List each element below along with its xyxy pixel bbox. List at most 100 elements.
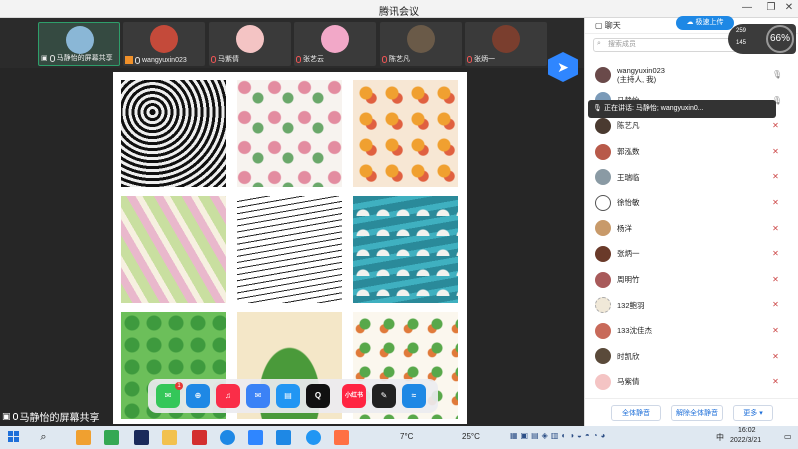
mic-muted-icon[interactable]: ✕ bbox=[772, 300, 779, 310]
xiaohongshu-app-icon[interactable]: 小红书 bbox=[342, 384, 366, 408]
notification-icon[interactable]: ▭ bbox=[784, 432, 792, 441]
files-app-icon[interactable]: ▤ bbox=[276, 384, 300, 408]
panel-footer: 全体静音 解除全体静音 更多 ▾ bbox=[585, 398, 798, 426]
member-name: 132鲍羽 bbox=[617, 300, 645, 310]
member-row[interactable]: 时凯欣 ✕ bbox=[585, 344, 798, 370]
play-icon[interactable] bbox=[104, 430, 119, 445]
member-search-input[interactable]: 搜索成员 bbox=[593, 38, 739, 52]
browser-icon[interactable] bbox=[220, 430, 235, 445]
mic-icon[interactable]: 🎙 bbox=[772, 70, 782, 80]
chat-tab[interactable]: 聊天 bbox=[605, 21, 621, 30]
pattern-swatch bbox=[121, 80, 226, 187]
mic-muted-icon[interactable]: ✕ bbox=[772, 352, 779, 362]
qq-app-icon[interactable]: Q bbox=[306, 384, 330, 408]
tencent-meeting-active-icon[interactable] bbox=[276, 430, 291, 445]
video-tile[interactable]: 张艺云 bbox=[294, 22, 376, 66]
network-speed-widget[interactable]: 259 145 66% bbox=[728, 24, 796, 54]
minimize-icon[interactable]: — bbox=[740, 1, 754, 15]
video-strip: ▣ 马静怡的屏幕共享 wangyuxin023 马紫倩 张艺云 陈艺凡 张炳一 bbox=[0, 18, 584, 68]
unmute-all-button[interactable]: 解除全体静音 bbox=[671, 405, 723, 421]
windows-taskbar: ⌕ 7°C 25°C ▦▣▤◈▥◐◑◒◓◔◕ 中 16:02 2022/3/21… bbox=[0, 426, 798, 449]
member-name: 陈艺凡 bbox=[617, 121, 640, 131]
mic-muted-icon[interactable]: ✕ bbox=[772, 249, 779, 259]
avatar bbox=[595, 322, 611, 339]
pattern-swatch bbox=[353, 196, 458, 303]
clock-time[interactable]: 16:02 bbox=[738, 427, 756, 434]
video-tile[interactable]: ▣ 马静怡的屏幕共享 bbox=[38, 22, 120, 66]
video-tile[interactable]: wangyuxin023 bbox=[123, 22, 205, 66]
close-icon[interactable]: ✕ bbox=[782, 1, 796, 15]
avatar bbox=[595, 220, 611, 237]
upload-speed: 259 bbox=[736, 28, 747, 34]
folder-icon[interactable] bbox=[162, 430, 177, 445]
mic-muted-icon[interactable]: ✕ bbox=[772, 172, 779, 182]
member-name: 杨洋 bbox=[617, 223, 632, 233]
mic-muted-icon bbox=[211, 55, 216, 63]
member-row[interactable]: 张炳一 ✕ bbox=[585, 241, 798, 267]
maximize-icon[interactable]: ❐ bbox=[764, 1, 778, 15]
avatar bbox=[407, 25, 435, 53]
download-speed: 145 bbox=[736, 40, 747, 46]
windows-start-icon[interactable] bbox=[8, 431, 19, 442]
mic-muted-icon[interactable]: ✕ bbox=[772, 275, 779, 285]
member-row[interactable]: 郭泓数 ✕ bbox=[585, 139, 798, 165]
pattern-swatch bbox=[353, 80, 458, 187]
weather-temp[interactable]: 7°C bbox=[400, 432, 413, 441]
member-row[interactable]: 王瑞临 ✕ bbox=[585, 164, 798, 190]
upload-button[interactable]: ☁ 极速上传 bbox=[676, 16, 734, 30]
ime-indicator[interactable]: 中 bbox=[716, 432, 724, 443]
mute-all-button[interactable]: 全体静音 bbox=[611, 405, 661, 421]
tencent-meeting-icon[interactable] bbox=[248, 430, 263, 445]
weather-temp-2[interactable]: 25°C bbox=[462, 432, 480, 441]
mic-icon: 🎙 bbox=[593, 105, 602, 112]
video-tile[interactable]: 陈艺凡 bbox=[380, 22, 462, 66]
more-button[interactable]: 更多 ▾ bbox=[733, 405, 773, 421]
tile-label: 张艺云 bbox=[303, 56, 324, 63]
safari-app-icon[interactable]: ⊕ bbox=[186, 384, 210, 408]
avatar bbox=[595, 245, 611, 262]
mic-muted-icon[interactable]: ✕ bbox=[772, 121, 779, 131]
member-row[interactable]: 133沈佳杰 ✕ bbox=[585, 318, 798, 344]
pattern-swatch bbox=[237, 80, 342, 187]
member-name: 郭泓数 bbox=[617, 147, 640, 157]
app-k-icon[interactable] bbox=[306, 430, 321, 445]
avatar bbox=[595, 348, 611, 365]
procreate-app-icon[interactable]: ✎ bbox=[372, 384, 396, 408]
member-row[interactable]: 杨洋 ✕ bbox=[585, 216, 798, 242]
avatar bbox=[595, 143, 611, 160]
member-row[interactable]: wangyuxin023 (主持人, 我) 🎙 bbox=[585, 62, 798, 88]
member-row[interactable]: 132鲍羽 ✕ bbox=[585, 292, 798, 318]
member-role: (主持人, 我) bbox=[617, 74, 657, 84]
mic-muted-icon[interactable]: ✕ bbox=[772, 198, 779, 208]
pattern-swatch bbox=[237, 196, 342, 303]
mic-muted-icon[interactable]: ✕ bbox=[772, 224, 779, 234]
avatar bbox=[595, 297, 611, 314]
mic-muted-icon[interactable]: ✕ bbox=[772, 326, 779, 336]
speaking-tooltip: 🎙 正在讲话: 马静怡; wangyuxin0... bbox=[588, 100, 776, 118]
system-tray-icons[interactable]: ▦▣▤◈▥◐◑◒◓◔◕ bbox=[510, 431, 608, 440]
video-tile[interactable]: 张炳一 bbox=[465, 22, 547, 66]
tencent-meeting-app-icon[interactable]: ≈ bbox=[402, 384, 426, 408]
mic-muted-icon[interactable]: ✕ bbox=[772, 377, 779, 387]
mail-app-icon[interactable]: ✉ bbox=[246, 384, 270, 408]
slides-icon[interactable] bbox=[334, 430, 349, 445]
photoshop-icon[interactable] bbox=[134, 430, 149, 445]
member-row[interactable]: 马紫倩 ✕ bbox=[585, 369, 798, 395]
store-icon[interactable] bbox=[76, 430, 91, 445]
member-name: 马紫倩 bbox=[617, 377, 640, 387]
mic-muted-icon bbox=[382, 55, 387, 63]
clock-date[interactable]: 2022/3/21 bbox=[730, 437, 761, 444]
avatar bbox=[66, 26, 94, 54]
member-row[interactable]: 徐怡敏 ✕ bbox=[585, 190, 798, 216]
video-tile[interactable]: 马紫倩 bbox=[209, 22, 291, 66]
mic-muted-icon[interactable]: ✕ bbox=[772, 147, 779, 157]
avatar bbox=[595, 373, 611, 390]
acrobat-icon[interactable] bbox=[192, 430, 207, 445]
member-name: 时凯欣 bbox=[617, 351, 640, 361]
member-name: 133沈佳杰 bbox=[617, 326, 653, 336]
search-icon[interactable]: ⌕ bbox=[36, 430, 51, 445]
chat-icon[interactable]: ▢ bbox=[595, 21, 605, 30]
member-name: 张炳一 bbox=[617, 249, 640, 259]
music-app-icon[interactable]: ♫ bbox=[216, 384, 240, 408]
member-row[interactable]: 周明竹 ✕ bbox=[585, 267, 798, 293]
